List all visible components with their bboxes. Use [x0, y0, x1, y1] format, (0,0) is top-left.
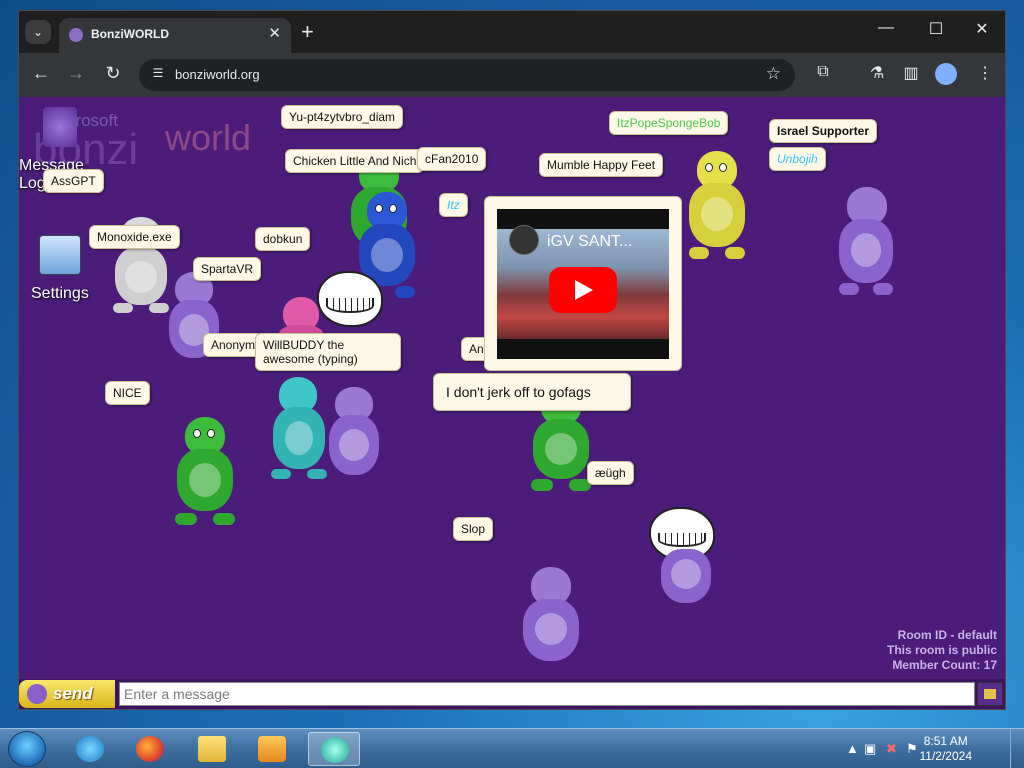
menu-icon[interactable]: ⋮	[973, 63, 997, 83]
bubble-nice: NICE	[105, 381, 150, 405]
tab-search-icon[interactable]: ⌄	[25, 20, 51, 44]
message-input[interactable]	[119, 682, 975, 706]
bonzi-purple-2[interactable]	[319, 387, 389, 487]
volume-muted-icon[interactable]: ✖	[886, 741, 897, 757]
message-log-icon[interactable]	[43, 107, 77, 147]
chat-menu-icon[interactable]	[977, 682, 1003, 706]
room-public: This room is public	[886, 643, 997, 657]
bubble-yu: Yu-pt4zytvbro_diam	[281, 105, 404, 129]
room-id: Room ID - default	[897, 628, 997, 642]
minimize-button[interactable]: —	[871, 19, 901, 37]
member-count: Member Count: 17	[892, 658, 997, 672]
bonzi-purple-right[interactable]	[831, 187, 901, 301]
new-tab-icon[interactable]: +	[301, 19, 314, 45]
bonzi-green-left[interactable]	[167, 417, 243, 529]
forward-icon[interactable]: →	[64, 63, 88, 84]
show-hidden-icons-icon[interactable]: ▲	[846, 741, 859, 756]
action-center-icon[interactable]: ⚑	[906, 741, 918, 757]
bubble-assgpt: AssGPT	[43, 169, 104, 193]
clock[interactable]: 8:51 AM 11/2/2024	[920, 734, 973, 764]
side-panel-icon[interactable]: ▥	[899, 63, 923, 83]
clock-time: 8:51 AM	[923, 734, 968, 748]
bonzi-purple-bottom[interactable]	[515, 567, 587, 679]
tab-close-icon[interactable]: ✕	[268, 24, 281, 42]
bubble-unbojih: Unbojih	[769, 147, 826, 171]
close-window-button[interactable]: ✕	[967, 19, 997, 39]
start-button[interactable]	[8, 731, 46, 767]
trollface-1[interactable]	[317, 271, 383, 327]
chrome-taskbar-icon[interactable]	[308, 732, 360, 766]
bonzi-yellow[interactable]	[681, 151, 753, 265]
bubble-slop: Slop	[453, 517, 494, 541]
channel-avatar[interactable]	[509, 225, 539, 255]
logo-world-text: world	[165, 117, 252, 158]
back-icon[interactable]: ←	[29, 63, 53, 84]
system-tray: ▲ ▣ ✖ ⚑ 8:51 AM 11/2/2024	[834, 729, 1024, 768]
send-button[interactable]: send	[19, 680, 115, 708]
bubble-aeugh: æügh	[587, 461, 634, 485]
bonzi-mini-icon	[27, 684, 47, 704]
video-title: iGV SANT...	[547, 233, 633, 250]
bubble-jerk: I don't jerk off to gofags	[433, 373, 631, 411]
bubble-monoxide: Monoxide.exe	[89, 225, 180, 249]
tab-bonziworld[interactable]: BonziWORLD ✕	[59, 18, 291, 53]
clock-date: 11/2/2024	[919, 749, 973, 763]
bubble-willbuddy: WillBUDDY the awesome (typing)	[255, 333, 401, 371]
bonziworld-page: Microsoft bonzi world Message Log Settin…	[19, 97, 1005, 709]
url-text: bonziworld.org	[175, 67, 260, 82]
media-player-taskbar-icon[interactable]	[246, 732, 298, 766]
settings-link[interactable]: Settings	[31, 285, 89, 303]
star-icon[interactable]: ☆	[766, 64, 781, 84]
labs-icon[interactable]: ⚗	[865, 63, 889, 83]
room-info: Room ID - default This room is public Me…	[887, 628, 997, 673]
bubble-fan: cFan2010	[417, 147, 487, 171]
bubble-itz-pope: ItzPopeSpongeBob	[609, 111, 729, 135]
browser-toolbar: ← → ↻ ☰ bonziworld.org ☆ ⧉ ⚗ ▥ ⋮	[19, 53, 1005, 97]
bubble-itz-partial: Itz	[439, 193, 468, 217]
explorer-taskbar-icon[interactable]	[186, 732, 238, 766]
bonzi-favicon-icon	[69, 28, 83, 42]
youtube-embed-bubble[interactable]: iGV SANT...	[484, 196, 682, 371]
reload-icon[interactable]: ↻	[101, 63, 125, 84]
chat-bar: send	[19, 679, 1005, 709]
bubble-israel: Israel Supporter	[769, 119, 878, 143]
bubble-dobkun: dobkun	[255, 227, 311, 251]
bonzi-purple[interactable]	[159, 272, 229, 372]
browser-window: ⌄ BonziWORLD ✕ + — ☐ ✕ ← → ↻ ☰ bonziworl…	[18, 10, 1006, 710]
bubble-mumble: Mumble Happy Feet	[539, 153, 664, 177]
site-info-icon[interactable]: ☰	[149, 66, 167, 84]
bubble-spartavr: SpartaVR	[193, 257, 262, 281]
ie-taskbar-icon[interactable]	[64, 732, 116, 766]
bonzi-purple-lower[interactable]	[651, 537, 721, 619]
video-frame[interactable]: iGV SANT...	[497, 209, 669, 359]
settings-icon[interactable]	[39, 235, 81, 275]
tab-title: BonziWORLD	[91, 27, 169, 41]
maximize-button[interactable]: ☐	[921, 19, 951, 39]
firefox-taskbar-icon[interactable]	[124, 732, 176, 766]
address-bar[interactable]: ☰ bonziworld.org ☆	[139, 59, 795, 91]
taskbar: ▲ ▣ ✖ ⚑ 8:51 AM 11/2/2024	[0, 728, 1024, 768]
profile-icon[interactable]	[935, 63, 957, 85]
extensions-icon[interactable]: ⧉	[811, 63, 835, 81]
network-icon[interactable]: ▣	[864, 741, 876, 757]
show-desktop-button[interactable]	[1010, 729, 1024, 768]
send-label: send	[53, 684, 93, 703]
bubble-chicken: Chicken Little And Nich	[285, 149, 425, 173]
play-icon[interactable]	[549, 267, 617, 313]
tab-strip: ⌄ BonziWORLD ✕ + — ☐ ✕	[19, 11, 1005, 53]
